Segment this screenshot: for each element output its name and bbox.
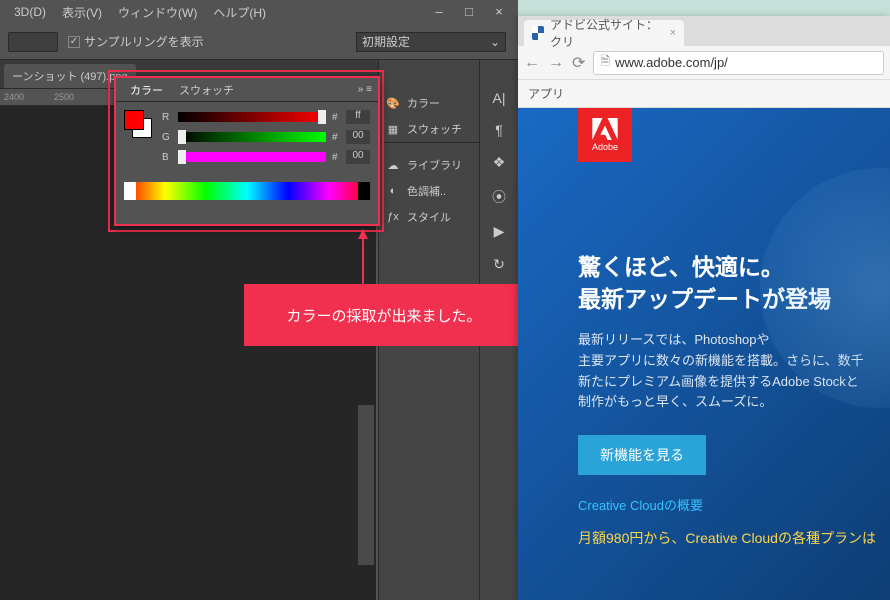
annotation-callout: カラーの採取が出来ました。 bbox=[244, 284, 524, 346]
palette-icon: 🎨 bbox=[385, 97, 401, 110]
apps-shortcut[interactable]: アプリ bbox=[528, 85, 564, 102]
g-slider[interactable] bbox=[178, 132, 326, 142]
hero-heading-2: 最新アップデートが登場 bbox=[578, 280, 890, 314]
photoshop-window: 3D(D) 表示(V) ウィンドウ(W) ヘルプ(H) – □ × ✓ サンプル… bbox=[0, 0, 518, 600]
hash: # bbox=[332, 112, 340, 123]
rgb-sliders: R # ff G # 00 B # 00 bbox=[162, 110, 370, 170]
hero-heading-1: 驚くほど、快適に。 bbox=[578, 248, 890, 282]
cta-button[interactable]: 新機能を見る bbox=[578, 435, 706, 475]
browser-tab[interactable]: アドビ公式サイト：クリ × bbox=[524, 20, 684, 46]
ruler-tick: 2400 bbox=[4, 92, 24, 102]
panel-label: スウォッチ bbox=[407, 121, 462, 137]
tab-swatch[interactable]: スウォッチ bbox=[171, 82, 242, 98]
sample-ring-label: サンプルリングを表示 bbox=[84, 33, 204, 50]
panel-menu-icon[interactable]: » ≡ bbox=[358, 84, 378, 95]
panel-label: 色調補.. bbox=[407, 183, 446, 199]
preset-dropdown[interactable]: 初期設定 ⌄ bbox=[356, 32, 506, 52]
tool-dropdown[interactable] bbox=[8, 32, 58, 52]
color-panel[interactable]: カラー スウォッチ » ≡ R # ff G # 00 bbox=[114, 76, 380, 226]
hash: # bbox=[332, 152, 340, 163]
panel-adjust[interactable]: ◐ 色調補.. bbox=[379, 178, 479, 204]
fg-bg-swatch[interactable] bbox=[124, 110, 152, 170]
spectrum-bar[interactable] bbox=[124, 182, 370, 200]
favicon-icon bbox=[532, 26, 544, 40]
b-value[interactable]: 00 bbox=[346, 150, 370, 164]
r-value[interactable]: ff bbox=[346, 110, 370, 124]
menu-help[interactable]: ヘルプ(H) bbox=[207, 4, 272, 21]
play-icon[interactable]: ▶ bbox=[494, 223, 505, 240]
pricing-text: 月額980円から、Creative Cloudの各種プランは bbox=[578, 528, 890, 548]
annotation-arrow bbox=[362, 232, 364, 286]
page-hero: Adobe 驚くほど、快適に。 最新アップデートが登場 最新リリースでは、Pho… bbox=[518, 108, 890, 600]
vertical-scrollbar[interactable] bbox=[358, 405, 374, 565]
page-icon: 🗎 bbox=[600, 52, 610, 73]
reload-button[interactable]: ⟳ bbox=[572, 53, 585, 73]
panel-swatches[interactable]: ▦ スウォッチ bbox=[379, 116, 479, 142]
preset-label: 初期設定 bbox=[362, 33, 410, 50]
panel-label: カラー bbox=[407, 95, 440, 111]
cloud-icon: ☁ bbox=[385, 159, 401, 172]
maximize-button[interactable]: □ bbox=[454, 0, 484, 22]
type-icon[interactable]: A| bbox=[493, 90, 506, 106]
foreground-color[interactable] bbox=[124, 110, 144, 130]
panel-libraries[interactable]: ☁ ライブラリ bbox=[379, 152, 479, 178]
adobe-label: Adobe bbox=[592, 142, 618, 152]
g-value[interactable]: 00 bbox=[346, 130, 370, 144]
forward-button[interactable]: → bbox=[548, 54, 564, 72]
menu-view[interactable]: 表示(V) bbox=[56, 4, 108, 21]
panel-label: スタイル bbox=[407, 209, 451, 225]
sample-ring-checkbox[interactable]: ✓ サンプルリングを表示 bbox=[68, 33, 204, 50]
chevron-down-icon: ⌄ bbox=[490, 35, 500, 49]
r-slider[interactable] bbox=[178, 112, 326, 122]
menu-window[interactable]: ウィンドウ(W) bbox=[112, 4, 203, 21]
menu-bar: 3D(D) 表示(V) ウィンドウ(W) ヘルプ(H) – □ × bbox=[0, 0, 518, 24]
paragraph-icon[interactable]: ¶ bbox=[495, 122, 503, 138]
fx-icon: ƒx bbox=[385, 211, 401, 223]
chrome-window: アドビ公式サイト：クリ × ← → ⟳ 🗎 www.adobe.com/jp/ … bbox=[518, 16, 890, 600]
b-slider[interactable] bbox=[178, 152, 326, 162]
tab-close-icon[interactable]: × bbox=[670, 27, 676, 39]
address-bar[interactable]: 🗎 www.adobe.com/jp/ bbox=[593, 51, 884, 75]
tab-color[interactable]: カラー bbox=[122, 82, 171, 98]
checkbox-icon: ✓ bbox=[68, 36, 80, 48]
window-controls: – □ × bbox=[424, 0, 514, 22]
panel-styles[interactable]: ƒx スタイル bbox=[379, 204, 479, 230]
g-label: G bbox=[162, 132, 172, 143]
contrast-icon: ◐ bbox=[385, 185, 401, 197]
address-bar-row: ← → ⟳ 🗎 www.adobe.com/jp/ bbox=[518, 46, 890, 80]
ruler-tick: 2500 bbox=[54, 92, 74, 102]
cc-overview-link[interactable]: Creative Cloudの概要 bbox=[578, 495, 890, 514]
adobe-logo-icon bbox=[592, 118, 618, 140]
minimize-button[interactable]: – bbox=[424, 0, 454, 22]
hash: # bbox=[332, 132, 340, 143]
hero-copy: 最新リリースでは、Photoshopや 主要アプリに数々の新機能を搭載。さらに、… bbox=[578, 330, 890, 413]
bookmarks-bar: アプリ bbox=[518, 80, 890, 108]
options-bar: ✓ サンプルリングを表示 初期設定 ⌄ bbox=[0, 24, 518, 60]
color-panel-tabs: カラー スウォッチ » ≡ bbox=[116, 78, 378, 102]
adobe-logo-badge[interactable]: Adobe bbox=[578, 108, 632, 162]
r-label: R bbox=[162, 112, 172, 123]
menu-3d[interactable]: 3D(D) bbox=[8, 5, 52, 19]
close-button[interactable]: × bbox=[484, 0, 514, 22]
panel-label: ライブラリ bbox=[407, 157, 462, 173]
b-label: B bbox=[162, 152, 172, 163]
grid-icon: ▦ bbox=[385, 123, 401, 136]
back-button[interactable]: ← bbox=[524, 54, 540, 72]
panel-color[interactable]: 🎨 カラー bbox=[379, 90, 479, 116]
history-icon[interactable]: ↻ bbox=[493, 256, 505, 273]
channels-icon[interactable]: ⦿ bbox=[492, 187, 506, 207]
tab-title: アドビ公式サイト：クリ bbox=[550, 16, 664, 50]
layers-icon[interactable]: ❖ bbox=[493, 154, 506, 171]
browser-tabbar: アドビ公式サイト：クリ × bbox=[518, 16, 890, 46]
url-text: www.adobe.com/jp/ bbox=[615, 55, 728, 70]
